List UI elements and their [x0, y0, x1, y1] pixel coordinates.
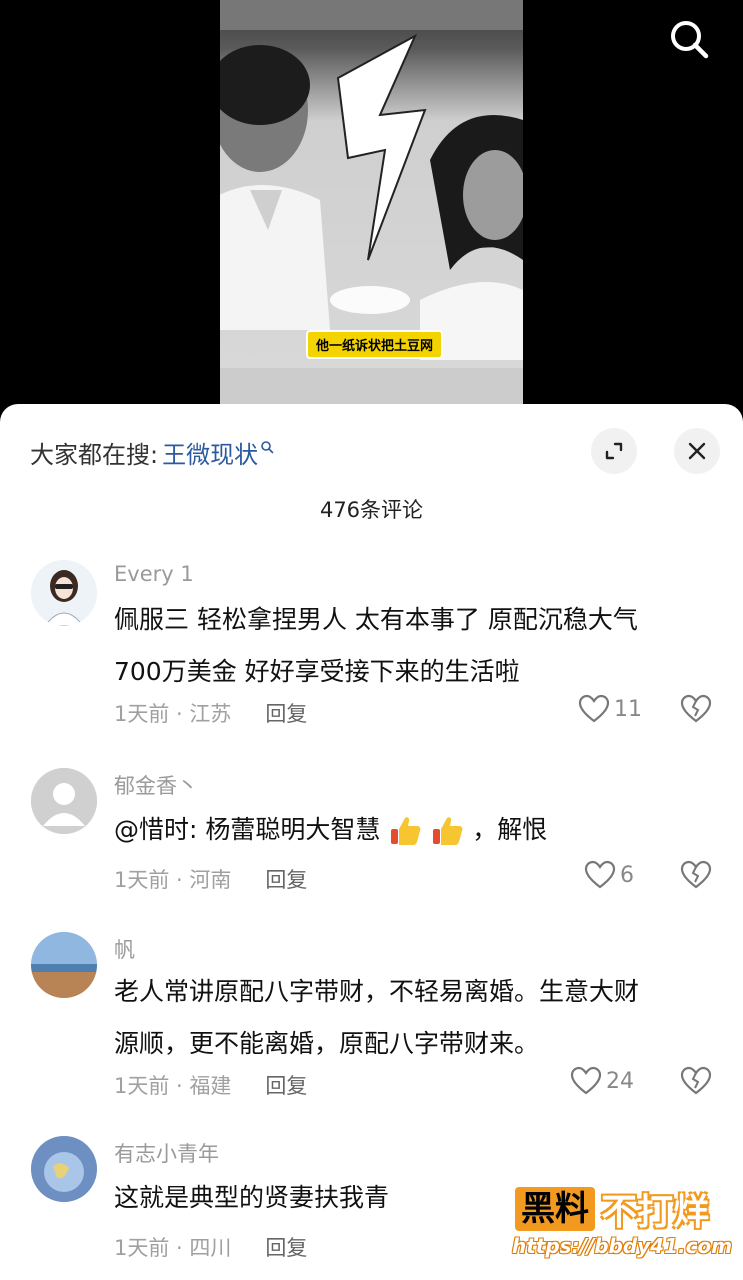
like-button[interactable]: 24: [570, 1066, 634, 1096]
expand-icon: [605, 442, 623, 460]
avatar-illustration: [31, 560, 97, 626]
comment-count: 476条评论: [319, 498, 424, 522]
watermark-url: https://bbdy41.com: [512, 1234, 733, 1258]
comment-line: 700万美金 好好享受接下来的生活啦: [114, 657, 520, 686]
comment-meta: 1天前 · 四川 回复: [114, 1232, 307, 1262]
video-caption-banner: 他一纸诉状把土豆网: [306, 330, 444, 359]
watermark-brand-b: 不打烊: [601, 1192, 710, 1233]
reply-button[interactable]: 回复: [265, 864, 307, 894]
dislike-button[interactable]: [680, 860, 712, 894]
comment-meta: 1天前 · 福建 回复: [114, 1070, 307, 1100]
like-count: 6: [620, 862, 634, 888]
beach-avatar-illustration: [31, 932, 97, 998]
watermark-brand-a: 黑料: [515, 1187, 595, 1231]
thumbs-up-emoji-icon: [391, 817, 421, 845]
close-button[interactable]: [674, 428, 720, 474]
comment-line: 老人常讲原配八字带财，不轻易离婚。生意大财: [114, 977, 640, 1006]
video-thumbnail[interactable]: 他一纸诉状把土豆网: [220, 0, 523, 404]
like-button[interactable]: 6: [584, 860, 634, 890]
comment-meta: 1天前 · 江苏 回复: [114, 698, 307, 728]
heart-icon: [578, 694, 610, 723]
comment-username[interactable]: 有志小青年: [114, 1138, 219, 1168]
like-count: 24: [606, 1068, 634, 1094]
avatar[interactable]: [31, 1136, 97, 1202]
reply-button[interactable]: 回复: [265, 1070, 307, 1100]
broken-heart-icon: [680, 1066, 712, 1095]
video-area[interactable]: 他一纸诉状把土豆网: [0, 0, 743, 420]
broken-heart-icon: [680, 694, 712, 723]
reply-button[interactable]: 回复: [265, 698, 307, 728]
watermark-logo: 黑料 不打烊: [515, 1183, 709, 1235]
comment-line: 佩服三 轻松拿捏男人 太有本事了 原配沉稳大气: [114, 605, 638, 634]
comment-text: @惜时: 杨蕾聪明大智慧 ，解恨: [114, 804, 703, 856]
avatar[interactable]: [31, 768, 97, 834]
expand-button[interactable]: [591, 428, 637, 474]
search-suggestion-prefix: 大家都在搜:: [30, 440, 159, 469]
comment-text: 老人常讲原配八字带财，不轻易离婚。生意大财 源顺，更不能离婚，原配八字带财来。: [114, 966, 703, 1070]
comment-time-location: 1天前 · 河南: [114, 868, 232, 892]
like-count: 11: [614, 696, 642, 722]
thumbs-up-emoji-icon: [433, 817, 463, 845]
comment-time-location: 1天前 · 福建: [114, 1074, 232, 1098]
comment-username[interactable]: 郁金香丶: [114, 770, 198, 800]
comment-time-location: 1天前 · 江苏: [114, 702, 232, 726]
heart-icon: [570, 1066, 602, 1095]
broken-heart-icon: [680, 860, 712, 889]
close-icon: [688, 442, 706, 460]
comment-text-part: @惜时: 杨蕾聪明大智慧: [114, 815, 381, 844]
default-avatar-icon: [31, 768, 97, 834]
like-button[interactable]: 11: [578, 694, 642, 724]
search-suggestion[interactable]: 大家都在搜: 王微现状: [30, 432, 274, 472]
reply-button[interactable]: 回复: [265, 1232, 307, 1262]
comment-line: 源顺，更不能离婚，原配八字带财来。: [114, 1029, 540, 1058]
comment-text: 佩服三 轻松拿捏男人 太有本事了 原配沉稳大气 700万美金 好好享受接下来的生…: [114, 594, 703, 698]
dislike-button[interactable]: [680, 1066, 712, 1100]
comment-meta: 1天前 · 河南 回复: [114, 864, 307, 894]
small-search-icon: [261, 441, 274, 454]
search-icon: [671, 21, 709, 59]
avatar[interactable]: [31, 560, 97, 626]
search-suggestion-term[interactable]: 王微现状: [162, 435, 258, 470]
comment-time-location: 1天前 · 四川: [114, 1236, 232, 1260]
dislike-button[interactable]: [680, 694, 712, 728]
globe-avatar-illustration: [31, 1136, 97, 1202]
heart-icon: [584, 860, 616, 889]
comment-username[interactable]: Every 1: [114, 562, 194, 586]
search-button[interactable]: [664, 14, 716, 66]
comment-text-part: ，解恨: [472, 815, 548, 844]
avatar[interactable]: [31, 932, 97, 998]
comment-username[interactable]: 帆: [114, 934, 135, 964]
